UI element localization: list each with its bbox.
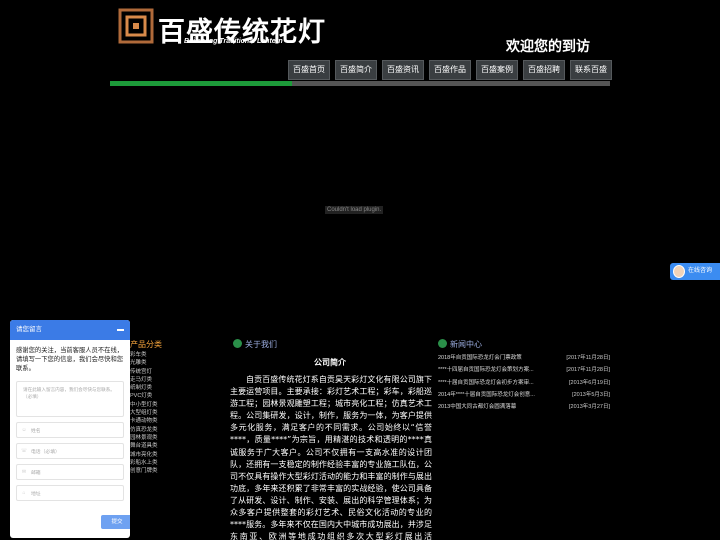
offline-notice: 感谢您的关注，当前客服人员不在线，请填写一下您的信息，我们会尽快和您联系。 [16, 347, 124, 372]
news-title[interactable]: ****十届自贡国际恐龙灯会初步方案审... [438, 377, 552, 389]
list-item[interactable]: 彩船水上类 [130, 459, 190, 467]
about-title-label: 关于我们 [245, 340, 277, 349]
list-item[interactable]: 传统宫灯 [130, 368, 190, 376]
news-title-label: 新闻中心 [450, 340, 482, 349]
nav-item-about[interactable]: 百盛简介 [335, 60, 377, 80]
phone-field-placeholder: 电话（必填） [31, 449, 60, 455]
online-consult-button[interactable]: 在线咨询 [670, 263, 720, 280]
email-field[interactable]: ✉ 邮箱 [16, 464, 124, 481]
message-widget-title: 请您留言 [16, 326, 42, 333]
about-heading: 公司简介 [314, 358, 346, 367]
news-list: 2018年自贡国际恐龙灯会门票政策 [2017年11月28日] ****十四届自贡… [438, 352, 610, 413]
banner-plugin-message: Couldn't load plugin. [325, 206, 384, 214]
list-item[interactable]: 纸制灯类 [130, 384, 190, 392]
welcome-text: 欢迎您的到访 [506, 39, 590, 55]
news-row[interactable]: 2013中国大同古都灯会圆满落幕 [2013年3月27日] [438, 401, 610, 413]
about-body: 自贡百盛传统花灯系自贡昊天彩灯文化有限公司旗下主要运营项目。主要承接：彩灯艺术工… [230, 374, 432, 540]
news-date: [2017年11月28日] [566, 355, 610, 361]
list-item[interactable]: 卡通动物类 [130, 417, 190, 425]
news-date: [2013年6月19日] [569, 379, 610, 386]
news-title[interactable]: 2013中国大同古都灯会圆满落幕 [438, 401, 552, 413]
online-consult-label: 在线咨询 [688, 268, 713, 274]
main-nav: 百盛首页 百盛简介 百盛资讯 百盛作品 百盛案例 百盛招聘 联系百盛 [288, 60, 612, 80]
about-body-text: 自贡百盛传统花灯系自贡昊天彩灯文化有限公司旗下主要运营项目。主要承接：彩灯艺术工… [230, 375, 432, 540]
person-icon: ☺ [21, 427, 27, 434]
location-icon: ⌂ [22, 490, 26, 497]
message-textarea[interactable]: 请在此输入留言内容，我们会尽快与您联系。（必填） [16, 381, 124, 418]
phone-icon: ☏ [20, 448, 28, 455]
news-row[interactable]: 2014年****十届自贡国际恐龙灯会创意... [2013年5月3日] [438, 389, 610, 401]
nav-item-news[interactable]: 百盛资讯 [382, 60, 424, 80]
nav-progress-fill [110, 81, 292, 86]
nav-item-contact[interactable]: 联系百盛 [570, 60, 612, 80]
list-item[interactable]: PVC灯类 [130, 392, 190, 400]
leaf-icon [233, 339, 242, 348]
news-title[interactable]: ****十四届自贡国际恐龙灯会策划方案... [438, 364, 552, 376]
email-field-placeholder: 邮箱 [31, 470, 41, 476]
list-item[interactable]: 光雕类 [130, 359, 190, 367]
news-row[interactable]: ****十四届自贡国际恐龙灯会策划方案... [2017年11月28日] [438, 364, 610, 376]
news-title[interactable]: 2018年自贡国际恐龙灯会门票政策 [438, 352, 552, 364]
name-field[interactable]: ☺ 姓名 [16, 422, 124, 439]
news-date: [2013年3月27日] [569, 404, 610, 411]
mail-icon: ✉ [21, 469, 27, 476]
news-row[interactable]: ****十届自贡国际恐龙灯会初步方案审... [2013年6月19日] [438, 377, 610, 389]
list-item[interactable]: 创意门牌类 [130, 467, 190, 475]
logo-subtitle: Bai sheng Traditional Lantern [184, 38, 283, 45]
list-item[interactable]: 中小型灯类 [130, 401, 190, 409]
nav-item-home[interactable]: 百盛首页 [288, 60, 330, 80]
list-item[interactable]: 舞台道具类 [130, 442, 190, 450]
product-category-list: 彩车类 光雕类 传统宫灯 走马灯类 纸制灯类 PVC灯类 中小型灯类 大型组灯类… [130, 351, 190, 475]
submit-button[interactable]: 提交 [101, 515, 130, 529]
list-item[interactable]: 城市亮化类 [130, 451, 190, 459]
message-widget-header[interactable]: 请您留言 [10, 320, 130, 340]
nav-item-cases[interactable]: 百盛案例 [476, 60, 518, 80]
address-field-placeholder: 地址 [31, 491, 41, 497]
name-field-placeholder: 姓名 [31, 428, 41, 434]
nav-progress-bar [110, 81, 610, 86]
minimize-icon[interactable] [117, 329, 124, 331]
news-section-title: 新闻中心 [438, 339, 482, 350]
address-field[interactable]: ⌂ 地址 [16, 485, 124, 502]
logo-emblem-icon [118, 8, 154, 44]
nav-item-works[interactable]: 百盛作品 [429, 60, 471, 80]
list-item[interactable]: 走马灯类 [130, 376, 190, 384]
list-item[interactable]: 园林景观类 [130, 434, 190, 442]
news-date: [2017年11月28日] [566, 367, 610, 374]
nav-item-jobs[interactable]: 百盛招聘 [523, 60, 565, 80]
news-row[interactable]: 2018年自贡国际恐龙灯会门票政策 [2017年11月28日] [438, 352, 610, 364]
news-title[interactable]: 2014年****十届自贡国际恐龙灯会创意... [438, 389, 552, 401]
list-item[interactable]: 仿真恐龙类 [130, 426, 190, 434]
agent-avatar-icon [673, 265, 685, 278]
about-section-title: 关于我们 [233, 339, 277, 350]
list-item[interactable]: 大型组灯类 [130, 409, 190, 417]
list-item[interactable]: 彩车类 [130, 351, 190, 359]
phone-field[interactable]: ☏ 电话（必填） [16, 443, 124, 460]
news-date: [2013年5月3日] [572, 391, 610, 398]
leaf-icon [438, 339, 447, 348]
message-widget: 请您留言 感谢您的关注，当前客服人员不在线，请填写一下您的信息，我们会尽快和您联… [10, 320, 130, 538]
products-title: 产品分类 [130, 340, 162, 349]
